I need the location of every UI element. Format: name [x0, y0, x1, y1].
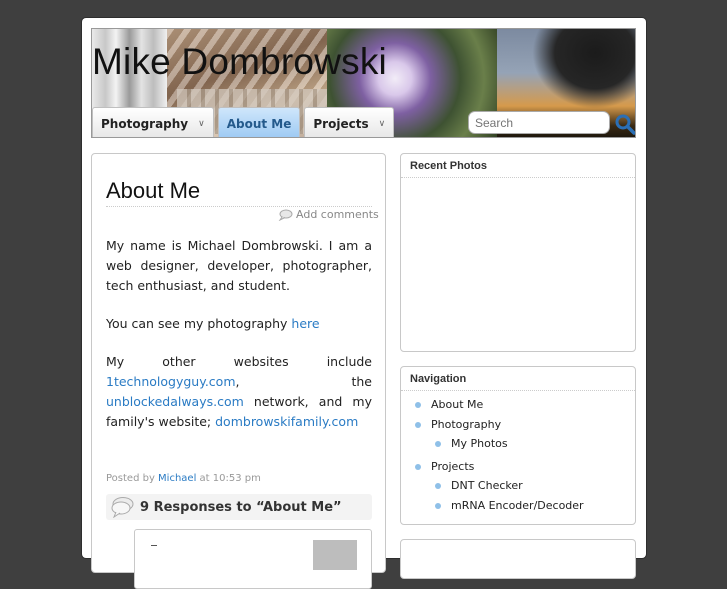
- sidebar-item-mrna[interactable]: mRNA Encoder/Decoder: [433, 496, 635, 516]
- title-divider: [106, 206, 372, 207]
- tab-about-me[interactable]: About Me: [217, 107, 301, 137]
- main-nav: Photography ∨ About Me Projects ∨: [92, 107, 395, 137]
- link-dombrowskifamily[interactable]: dombrowskifamily.com: [215, 414, 358, 429]
- author-link[interactable]: Michael: [158, 473, 196, 484]
- search-input[interactable]: [468, 111, 610, 134]
- tab-projects[interactable]: Projects ∨: [304, 107, 395, 137]
- post-article: About Me Add comments My name is Michael…: [91, 153, 386, 589]
- sidebar-item-photography-group: Photography My Photos: [413, 415, 635, 454]
- photography-submenu: My Photos: [431, 434, 635, 454]
- comment-marker: [151, 545, 157, 546]
- responses-title: 9 Responses to “About Me”: [140, 499, 342, 515]
- sidebar-item-my-photos[interactable]: My Photos: [433, 434, 635, 454]
- tab-projects-label: Projects: [313, 116, 369, 131]
- post-meta: Posted by Michael at 10:53 pm: [106, 473, 261, 484]
- sidebar-item-about-me[interactable]: About Me: [413, 395, 635, 415]
- tab-about-me-label: About Me: [226, 116, 292, 131]
- comments-bubble-icon: [111, 497, 134, 518]
- tab-photography-label: Photography: [101, 116, 189, 131]
- sidebar-item-photography[interactable]: Photography: [431, 418, 501, 431]
- post-title: About Me: [106, 178, 201, 203]
- navigation-title: Navigation: [401, 367, 635, 391]
- add-comments-label: Add comments: [296, 208, 379, 221]
- search-icon[interactable]: [614, 113, 636, 135]
- navigation-list: About Me Photography My Photos Projects …: [401, 391, 635, 516]
- websites-paragraph: My other websites include 1technologyguy…: [106, 352, 372, 432]
- websites-text: My other websites include: [106, 354, 372, 369]
- projects-submenu: DNT Checker mRNA Encoder/Decoder: [431, 476, 635, 516]
- websites-sep1: , the: [235, 374, 372, 389]
- chevron-down-icon: ∨: [198, 118, 205, 129]
- responses-header: 9 Responses to “About Me”: [106, 494, 372, 520]
- photography-text: You can see my photography: [106, 316, 292, 331]
- sidebar-item-projects[interactable]: Projects: [431, 460, 474, 473]
- post-content: My name is Michael Dombrowski. I am a we…: [106, 236, 372, 450]
- add-comments-link[interactable]: Add comments: [278, 208, 379, 221]
- recent-photos-title: Recent Photos: [401, 154, 635, 178]
- sidebar-item-dnt-checker[interactable]: DNT Checker: [433, 476, 635, 496]
- photography-paragraph: You can see my photography here: [106, 314, 372, 334]
- photography-here-link[interactable]: here: [291, 316, 319, 331]
- sidebar-item-projects-group: Projects DNT Checker mRNA Encoder/Decode…: [413, 457, 635, 516]
- comment-item: [134, 529, 372, 589]
- link-1technologyguy[interactable]: 1technologyguy.com: [106, 374, 236, 389]
- site-header: Mike Dombrowski Photography ∨ About Me P…: [91, 28, 636, 138]
- site-title[interactable]: Mike Dombrowski: [92, 41, 387, 83]
- navigation-widget: Navigation About Me Photography My Photo…: [400, 366, 636, 525]
- chevron-down-icon: ∨: [378, 118, 386, 129]
- recent-photos-widget: Recent Photos: [400, 153, 636, 352]
- meta-time: at 10:53 pm: [196, 473, 261, 484]
- page-container: Mike Dombrowski Photography ∨ About Me P…: [82, 18, 646, 589]
- sidebar-widget-partial: [400, 539, 636, 579]
- meta-prefix: Posted by: [106, 473, 159, 484]
- link-unblockedalways[interactable]: unblockedalways.com: [106, 394, 244, 409]
- intro-paragraph: My name is Michael Dombrowski. I am a we…: [106, 238, 372, 293]
- comment-bubble-icon: [278, 209, 293, 221]
- header-photo-tree: [532, 29, 635, 109]
- tab-photography[interactable]: Photography ∨: [92, 107, 214, 137]
